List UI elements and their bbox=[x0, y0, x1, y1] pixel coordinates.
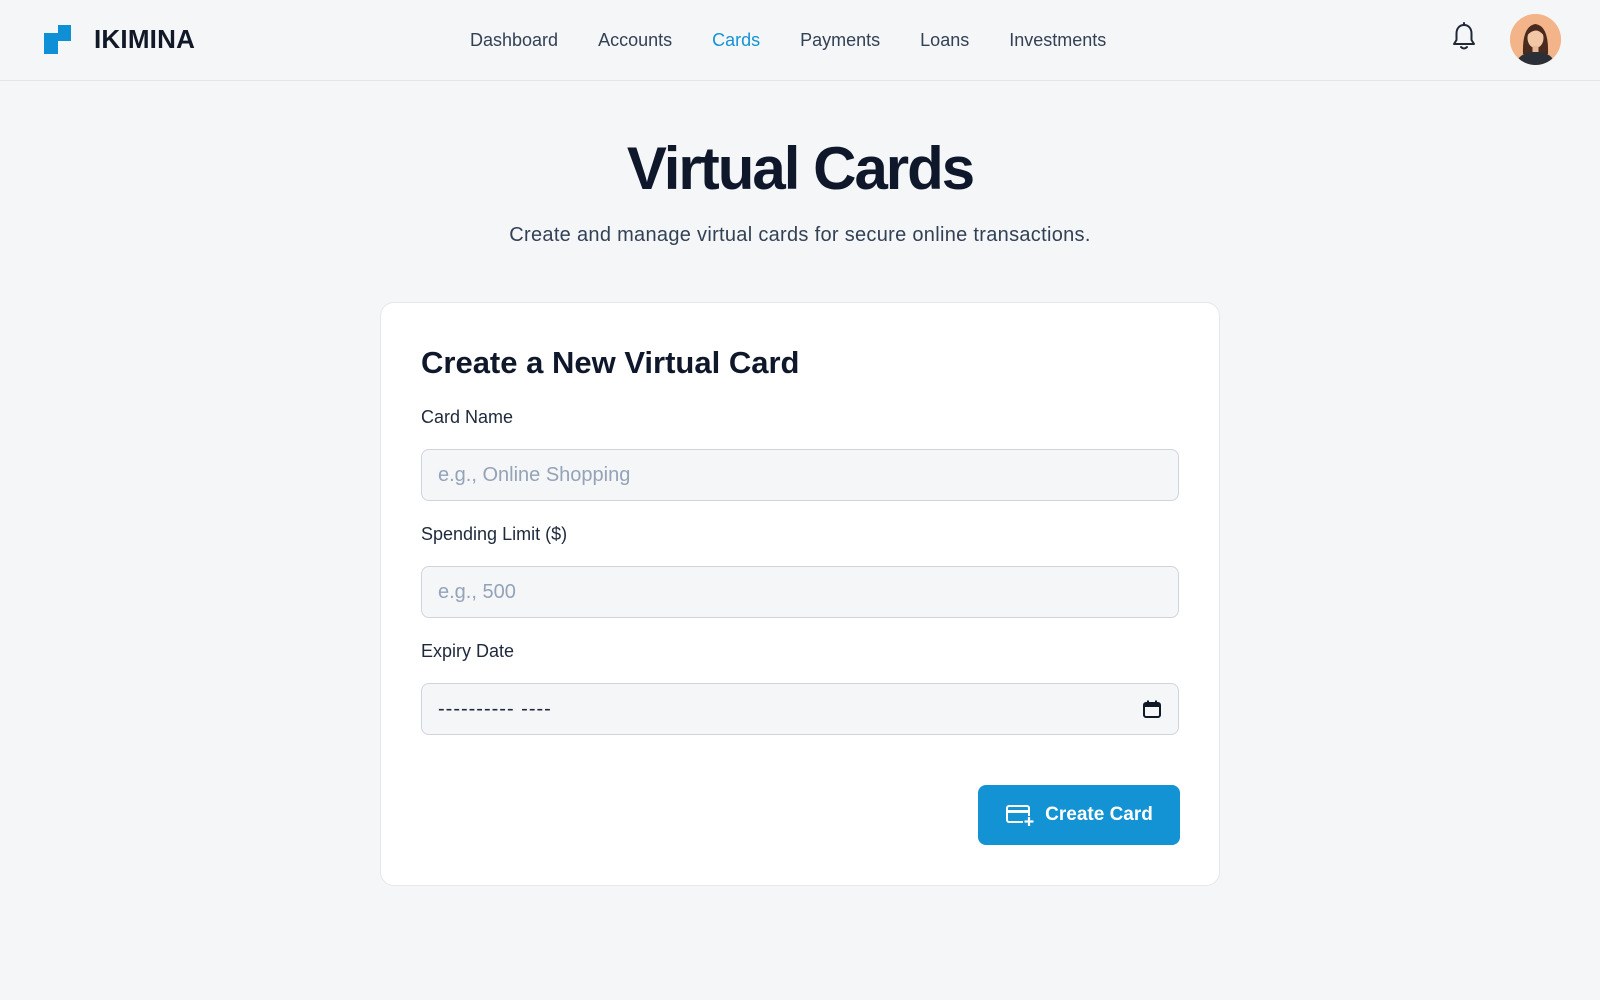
logo-icon bbox=[44, 24, 72, 55]
top-navigation-bar: IKIMINA Dashboard Accounts Cards Payment… bbox=[0, 0, 1600, 81]
expiry-date-input[interactable]: ---------- ---- bbox=[421, 683, 1179, 735]
card-name-label: Card Name bbox=[421, 407, 514, 427]
page-subtitle: Create and manage virtual cards for secu… bbox=[509, 224, 1091, 246]
page-title: Virtual Cards bbox=[626, 135, 975, 202]
nav-item-dashboard[interactable]: Dashboard bbox=[470, 27, 558, 53]
nav-item-payments[interactable]: Payments bbox=[800, 27, 880, 53]
nav-item-accounts[interactable]: Accounts bbox=[598, 27, 672, 53]
nav-item-loans[interactable]: Loans bbox=[920, 27, 969, 53]
spending-limit-label: Spending Limit ($) bbox=[421, 524, 568, 544]
form-title: Create a New Virtual Card bbox=[421, 345, 800, 380]
create-card-form: Create a New Virtual Card Card Name Spen… bbox=[380, 302, 1220, 886]
expiry-date-label: Expiry Date bbox=[421, 641, 515, 661]
expiry-date-value: ---------- ---- bbox=[438, 697, 552, 720]
spending-limit-input[interactable] bbox=[421, 566, 1179, 618]
nav-item-investments[interactable]: Investments bbox=[1009, 27, 1106, 53]
create-card-button-label: Create Card bbox=[1045, 804, 1153, 825]
bell-icon[interactable] bbox=[1450, 22, 1478, 52]
main-nav: Dashboard Accounts Cards Payments Loans … bbox=[470, 27, 1146, 53]
brand-name: IKIMINA bbox=[94, 24, 196, 54]
calendar-icon[interactable] bbox=[1142, 699, 1162, 719]
card-name-input[interactable] bbox=[421, 449, 1179, 501]
nav-item-cards[interactable]: Cards bbox=[712, 27, 760, 53]
create-card-button[interactable]: Create Card bbox=[978, 785, 1180, 845]
avatar[interactable] bbox=[1510, 14, 1561, 65]
brand[interactable]: IKIMINA bbox=[44, 24, 195, 55]
card-add-icon bbox=[1005, 803, 1036, 827]
